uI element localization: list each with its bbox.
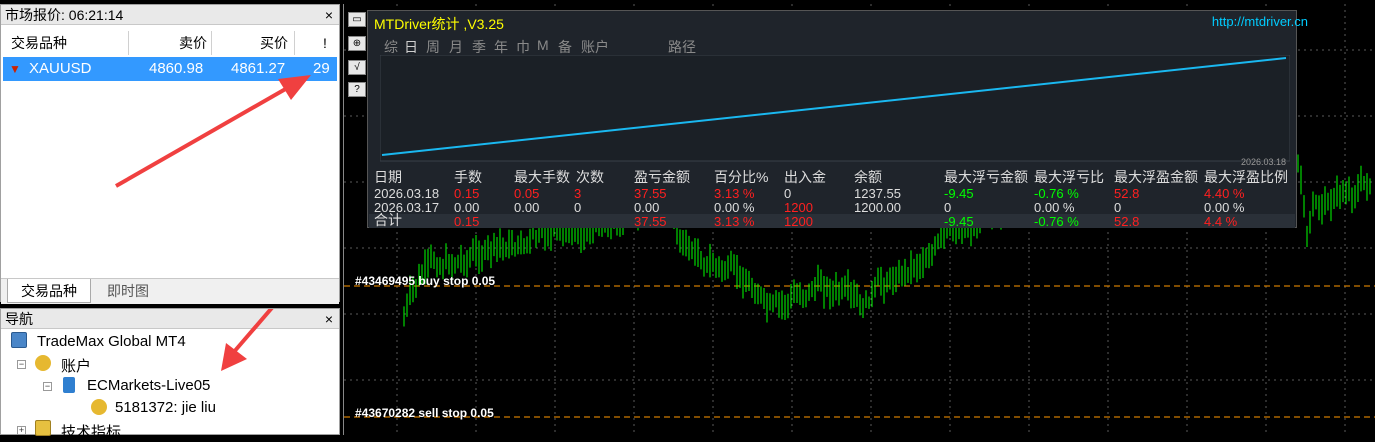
total-label: 合计 (374, 212, 402, 228)
total-row-bg (369, 214, 1295, 228)
order-label-sell-stop[interactable]: #43670282 sell stop 0.05 (355, 406, 494, 420)
r1-float-profit: 52.8 (1114, 186, 1140, 201)
equity-curve (380, 55, 1290, 162)
r1-float-loss-ratio: -0.76 % (1034, 186, 1079, 201)
nav-backup[interactable]: 备 (558, 37, 572, 57)
r2-float-loss: 0 (944, 200, 952, 215)
r2-count: 0 (574, 200, 582, 215)
th-balance: 余额 (854, 169, 882, 185)
indicator-url[interactable]: http://mtdriver.cn (1212, 14, 1308, 29)
navigator-panel: 导航 × TradeMax Global MT4 − 账户 − ECMarket… (0, 308, 340, 441)
r2-deposit: 1200 (784, 200, 813, 215)
th-max-float-loss: 最大浮亏金额 (944, 169, 1028, 185)
th-date: 日期 (374, 169, 402, 185)
total-float-profit: 52.8 (1114, 214, 1140, 229)
th-percent: 百分比% (714, 169, 769, 185)
r2-lots: 0.00 (454, 200, 480, 215)
r2-float-profit-ratio: 0.00 % (1204, 200, 1245, 215)
r1-count: 3 (574, 186, 582, 201)
order-label-buy-stop[interactable]: #43469495 buy stop 0.05 (355, 274, 495, 288)
nav-day[interactable]: 日 (404, 37, 418, 57)
r1-pnl: 37.55 (634, 186, 667, 201)
nav-week[interactable]: 周 (426, 37, 440, 57)
total-float-profit-ratio: 4.4 % (1204, 214, 1238, 229)
total-lots: 0.15 (454, 214, 480, 229)
th-pnl: 盈亏金额 (634, 169, 690, 185)
r2-pnl: 0.00 (634, 200, 660, 215)
total-deposit: 1200 (784, 214, 813, 229)
r1-lots: 0.15 (454, 186, 480, 201)
r2-max-lots: 0.00 (514, 200, 540, 215)
total-float-loss: -9.45 (944, 214, 974, 229)
nav-magic[interactable]: M (537, 37, 549, 53)
total-percent: 3.13 % (714, 214, 755, 229)
th-max-float-profit: 最大浮盈金额 (1114, 169, 1198, 185)
market-watch-panel: 市场报价: 06:21:14 × 交易品种 卖价 买价 ! ▼ XAUUSD 4… (0, 4, 340, 304)
r2-float-loss-ratio: 0.00 % (1034, 200, 1075, 215)
equity-date-label: 2026.03.18 (1240, 157, 1286, 167)
nav-account[interactable]: 账户 (581, 37, 609, 57)
th-count: 次数 (576, 169, 604, 185)
nav-overall[interactable]: 综 (384, 37, 398, 57)
zoom-icon[interactable]: ⊕ (348, 36, 366, 51)
chart-window-icon[interactable]: ▭ (348, 12, 366, 27)
annotation-arrow (115, 75, 311, 188)
th-deposit: 出入金 (784, 169, 826, 185)
nav-year[interactable]: 年 (494, 37, 508, 57)
indicator-title: MTDriver统计 ,V3.25 (374, 16, 504, 32)
nav-season[interactable]: 季 (472, 37, 486, 57)
th-max-lots: 最大手数 (514, 169, 570, 185)
r1-float-loss: -9.45 (944, 186, 974, 201)
total-float-loss-ratio: -0.76 % (1034, 214, 1079, 229)
r1-max-lots: 0.05 (514, 186, 540, 201)
nav-month[interactable]: 月 (449, 37, 463, 57)
nav-path[interactable]: 路径 (668, 37, 696, 57)
th-max-float-profit-ratio: 最大浮盈比例 (1204, 169, 1288, 185)
r2-balance: 1200.00 (854, 200, 901, 215)
r1-deposit: 0 (784, 186, 792, 201)
r1-date: 2026.03.18 (374, 186, 440, 201)
total-pnl: 37.55 (634, 214, 667, 229)
th-max-float-loss-ratio: 最大浮亏比 (1034, 169, 1104, 185)
r1-percent: 3.13 % (714, 186, 755, 201)
r2-float-profit: 0 (1114, 200, 1122, 215)
nav-symbol[interactable]: 巾 (516, 37, 530, 57)
r1-balance: 1237.55 (854, 186, 901, 201)
check-icon[interactable]: √ (348, 60, 366, 75)
mtdriver-stats-panel: MTDriver统计 ,V3.25 http://mtdriver.cn 综 日… (367, 10, 1308, 229)
help-icon[interactable]: ? (348, 82, 366, 97)
annotation-arrow (221, 309, 274, 371)
r2-percent: 0.00 % (714, 200, 755, 215)
th-lots: 手数 (454, 169, 482, 185)
r1-float-profit-ratio: 4.40 % (1204, 186, 1245, 201)
